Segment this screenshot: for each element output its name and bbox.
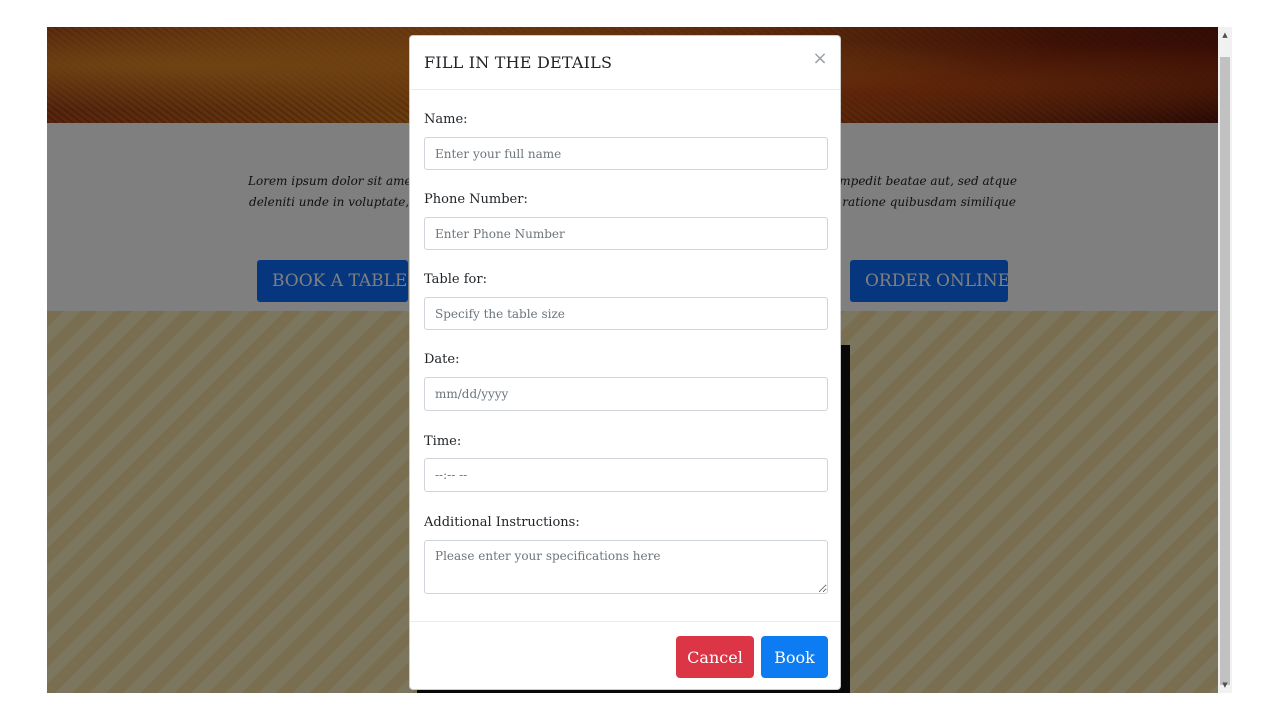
table-size-input[interactable]	[424, 297, 828, 330]
name-input[interactable]	[424, 137, 828, 170]
modal-header: FILL IN THE DETAILS ×	[410, 36, 840, 90]
phone-label: Phone Number:	[424, 192, 528, 207]
name-label: Name:	[424, 112, 468, 127]
time-label: Time:	[424, 434, 462, 449]
table-size-label: Table for:	[424, 272, 487, 287]
book-button[interactable]: Book	[761, 636, 828, 678]
page-scrollbar[interactable]: ▲ ▼	[1218, 27, 1232, 693]
scroll-up-arrow-icon[interactable]: ▲	[1218, 27, 1232, 43]
phone-input[interactable]	[424, 217, 828, 250]
cancel-button[interactable]: Cancel	[676, 636, 754, 678]
date-label: Date:	[424, 352, 460, 367]
instructions-label: Additional Instructions:	[424, 515, 580, 530]
modal-footer: Cancel Book	[410, 621, 840, 691]
scroll-down-arrow-icon[interactable]: ▼	[1218, 677, 1232, 693]
modal-title: FILL IN THE DETAILS	[424, 53, 613, 72]
booking-modal: FILL IN THE DETAILS × Name: Phone Number…	[409, 35, 841, 690]
time-input[interactable]	[424, 458, 828, 492]
close-icon[interactable]: ×	[812, 50, 828, 68]
scrollbar-thumb[interactable]	[1220, 57, 1230, 685]
date-input[interactable]	[424, 377, 828, 411]
instructions-textarea[interactable]	[424, 540, 828, 594]
